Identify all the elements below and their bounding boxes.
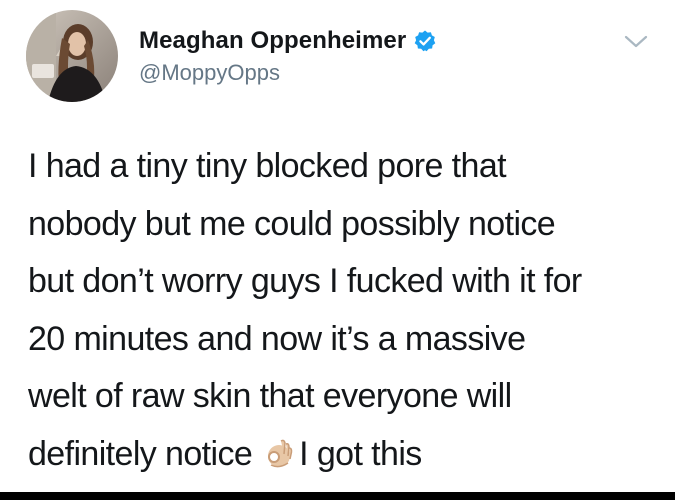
tweet-text-line: nobody but me could possibly notice [28,204,556,243]
tweet-text-line: but don’t worry guys I fucked with it fo… [28,262,582,300]
tweet-text-line: welt of raw skin that everyone will [28,377,512,415]
tweet-text-last-line: definitely notice I got this [28,426,658,484]
author-handle[interactable]: @MoppyOpps [139,60,280,86]
chevron-down-icon[interactable] [621,30,651,52]
tweet-card: Meaghan Oppenheimer @MoppyOpps I had a t… [0,0,675,492]
bottom-border [0,492,675,500]
avatar[interactable] [26,10,118,102]
tweet-text-segment: I got this [299,434,422,473]
tweet-text-segment: definitely notice [28,434,253,473]
verified-badge-icon [413,29,437,53]
avatar-photo [26,10,118,102]
tweet-text: I had a tiny tiny blocked pore that nobo… [28,138,658,483]
ok-hand-icon [262,432,296,467]
display-name[interactable]: Meaghan Oppenheimer [139,27,406,55]
tweet-text-line: I had a tiny tiny blocked pore that [28,147,507,185]
tweet-text-line: 20 minutes and now it’s a massive [28,319,526,358]
author-row: Meaghan Oppenheimer [139,24,437,58]
